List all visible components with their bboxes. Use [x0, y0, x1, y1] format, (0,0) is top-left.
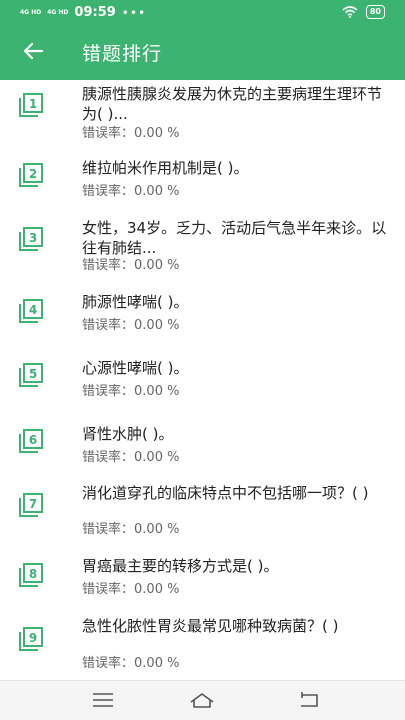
error-rate-value: 0.00 %	[134, 656, 180, 671]
error-rate: 错误率：0.00 %	[82, 380, 179, 399]
item-number: 8	[29, 567, 37, 581]
item-number: 2	[29, 167, 37, 181]
error-rate-value: 0.00 %	[134, 522, 180, 537]
wrong-question-list[interactable]: 1 胰源性胰腺炎发展为休克的主要病理生理环节为( )... 错误率：0.00 %…	[0, 80, 405, 680]
numbered-cards-icon: 3	[19, 227, 43, 251]
error-rate-value: 0.00 %	[134, 258, 180, 273]
error-rate: 错误率：0.00 %	[82, 122, 179, 141]
error-rate-label: 错误率：	[82, 318, 135, 333]
home-icon[interactable]	[189, 689, 215, 711]
battery-indicator: 80	[365, 5, 385, 19]
numbered-cards-icon: 6	[19, 429, 43, 453]
numbered-cards-icon: 8	[19, 563, 43, 587]
status-bar: 4G HD 4G HD 09:59 ••• 80	[0, 0, 405, 26]
numbered-cards-icon: 7	[19, 493, 43, 517]
error-rate-value: 0.00 %	[134, 184, 180, 199]
numbered-cards-icon: 5	[19, 363, 43, 387]
error-rate-value: 0.00 %	[134, 126, 180, 141]
item-number: 7	[29, 497, 37, 511]
system-nav-bar	[0, 680, 405, 720]
question-text: 胰源性胰腺炎发展为休克的主要病理生理环节为( )...	[82, 85, 383, 123]
error-rate-label: 错误率：	[82, 522, 135, 537]
question-text: 肾性水肿( )。	[82, 425, 174, 443]
error-rate-label: 错误率：	[82, 184, 135, 199]
error-rate-label: 错误率：	[82, 450, 135, 465]
item-number: 4	[29, 303, 37, 317]
menu-icon[interactable]	[90, 689, 116, 711]
error-rate-value: 0.00 %	[134, 582, 180, 597]
more-notifications: •••	[121, 5, 147, 20]
error-rate-label: 错误率：	[82, 384, 135, 399]
item-number: 5	[29, 367, 37, 381]
arrow-left-icon[interactable]	[22, 40, 44, 62]
question-text: 消化道穿孔的临床特点中不包括哪一项？( )	[82, 484, 369, 502]
signal-2-indicator: 4G HD	[47, 8, 69, 16]
numbered-cards-icon: 4	[19, 299, 43, 323]
error-rate: 错误率：0.00 %	[82, 446, 179, 465]
error-rate: 错误率：0.00 %	[82, 652, 179, 671]
error-rate-value: 0.00 %	[134, 318, 180, 333]
item-number: 6	[29, 433, 37, 447]
error-rate-value: 0.00 %	[134, 450, 180, 465]
error-rate: 错误率：0.00 %	[82, 314, 179, 333]
numbered-cards-icon: 2	[19, 163, 43, 187]
error-rate: 错误率：0.00 %	[82, 578, 179, 597]
error-rate: 错误率：0.00 %	[82, 254, 179, 273]
error-rate-label: 错误率：	[82, 582, 135, 597]
question-text: 胃癌最主要的转移方式是( )。	[82, 557, 279, 575]
error-rate-label: 错误率：	[82, 126, 135, 141]
question-text: 维拉帕米作用机制是( )。	[82, 159, 249, 177]
question-text: 急性化脓性胃炎最常见哪种致病菌？( )	[82, 617, 339, 635]
item-number: 1	[29, 97, 37, 111]
item-number: 9	[29, 631, 37, 645]
numbered-cards-icon: 1	[19, 93, 43, 117]
page-title: 错题排行	[82, 43, 163, 65]
error-rate-value: 0.00 %	[134, 384, 180, 399]
question-text: 女性，34岁。乏力、活动后气急半年来诊。以往有肺结...	[82, 219, 387, 257]
signal-1-indicator: 4G HD	[20, 8, 42, 16]
question-text: 肺源性哮喘( )。	[82, 293, 189, 311]
error-rate: 错误率：0.00 %	[82, 518, 179, 537]
back-nav-icon[interactable]	[296, 689, 322, 711]
status-time: 09:59	[74, 5, 116, 20]
question-text: 心源性哮喘( )。	[82, 359, 189, 377]
numbered-cards-icon: 9	[19, 627, 43, 651]
error-rate: 错误率：0.00 %	[82, 180, 179, 199]
wifi-icon	[342, 6, 358, 18]
error-rate-label: 错误率：	[82, 258, 135, 273]
error-rate-label: 错误率：	[82, 656, 135, 671]
item-number: 3	[29, 231, 37, 245]
app-header: 4G HD 4G HD 09:59 ••• 80 错题排行	[0, 0, 405, 80]
